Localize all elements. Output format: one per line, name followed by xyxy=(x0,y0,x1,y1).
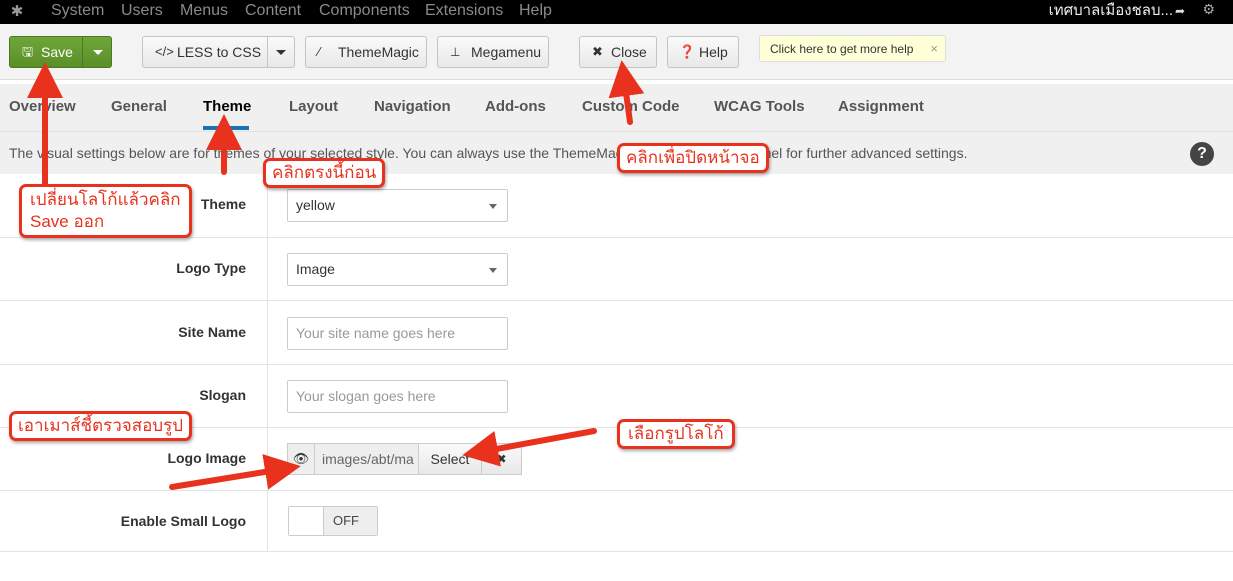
slogan-input[interactable]: Your slogan goes here xyxy=(287,380,508,413)
logo-image-picker: 👁 images/abt/ma Select ✖ xyxy=(287,443,522,475)
site-link[interactable]: เทศบาลเมืองชลบ... xyxy=(1049,0,1173,21)
theme-select[interactable]: yellow xyxy=(287,189,508,222)
tab-custom-code[interactable]: Custom Code xyxy=(582,98,680,115)
row-divider xyxy=(0,551,1233,552)
tab-theme[interactable]: Theme xyxy=(203,98,251,115)
menu-system[interactable]: System xyxy=(51,0,104,24)
less-to-css-button[interactable]: </> LESS to CSS xyxy=(142,36,295,68)
select-image-button[interactable]: Select xyxy=(418,443,482,475)
close-icon: ✖ xyxy=(592,44,603,59)
toolbar: 🖫 Save </> LESS to CSS ⁄ ThemeMagic ⊥ Me… xyxy=(0,24,1233,80)
chevron-down-icon[interactable] xyxy=(276,50,286,55)
code-icon: </> xyxy=(155,44,174,59)
row-divider xyxy=(0,490,1233,491)
menu-help[interactable]: Help xyxy=(519,0,552,24)
row-divider xyxy=(0,364,1233,365)
annotation-hover-check: เอาเมาส์ชี้ตรวจสอบรูป xyxy=(9,411,193,441)
intro-text: The visual settings below are for themes… xyxy=(9,145,968,161)
menu-users[interactable]: Users xyxy=(121,0,163,24)
small-logo-toggle[interactable]: OFF xyxy=(288,506,378,536)
chevron-down-icon xyxy=(489,268,497,273)
settings-tabs: Overview General Theme Layout Navigation… xyxy=(0,84,1233,132)
question-circle-icon[interactable]: ? xyxy=(1190,142,1214,166)
site-name-label: Site Name xyxy=(178,324,246,340)
form-divider xyxy=(267,174,268,552)
logo-type-label: Logo Type xyxy=(176,260,246,276)
magic-wand-icon: ⁄ xyxy=(318,44,321,59)
menu-components[interactable]: Components xyxy=(319,0,410,24)
logo-image-path: images/abt/ma xyxy=(314,443,419,475)
joomla-icon[interactable]: ✱ xyxy=(8,3,26,21)
menu-extensions[interactable]: Extensions xyxy=(425,0,503,24)
annotation-click-first: คลิกตรงนี้ก่อน xyxy=(263,158,386,188)
slogan-label: Slogan xyxy=(199,387,246,403)
chevron-down-icon xyxy=(489,204,497,209)
menu-content[interactable]: Content xyxy=(245,0,301,24)
thememagic-button[interactable]: ⁄ ThemeMagic xyxy=(305,36,427,68)
tab-general[interactable]: General xyxy=(111,98,167,115)
save-button[interactable]: 🖫 Save xyxy=(9,36,112,68)
tab-assignment[interactable]: Assignment xyxy=(838,98,924,115)
annotation-choose-logo: เลือกรูปโลโก้ xyxy=(617,419,735,449)
help-popover[interactable]: Click here to get more help × xyxy=(759,35,946,62)
help-button[interactable]: ❓ Help xyxy=(667,36,739,68)
chevron-down-icon[interactable] xyxy=(93,50,103,55)
tab-add-ons[interactable]: Add-ons xyxy=(485,98,546,115)
tab-navigation[interactable]: Navigation xyxy=(374,98,451,115)
logo-image-label: Logo Image xyxy=(167,450,246,466)
sitemap-icon: ⊥ xyxy=(450,45,461,59)
toggle-state: OFF xyxy=(324,507,377,535)
annotation-click-close: คลิกเพื่อปิดหน้าจอ xyxy=(617,143,769,173)
theme-label: Theme xyxy=(200,196,246,212)
question-circle-icon: ❓ xyxy=(679,44,696,59)
tab-wcag-tools[interactable]: WCAG Tools xyxy=(714,98,805,115)
tab-layout[interactable]: Layout xyxy=(289,98,338,115)
tab-overview[interactable]: Overview xyxy=(9,98,76,115)
site-name-input[interactable]: Your site name goes here xyxy=(287,317,508,350)
menu-menus[interactable]: Menus xyxy=(180,0,228,24)
active-tab-indicator xyxy=(203,126,249,130)
clear-image-button[interactable]: ✖ xyxy=(481,443,522,475)
save-icon: 🖫 xyxy=(22,44,34,59)
megamenu-button[interactable]: ⊥ Megamenu xyxy=(437,36,549,68)
close-icon[interactable]: × xyxy=(930,41,938,56)
eye-icon[interactable]: 👁 xyxy=(287,443,315,475)
external-link-icon: ➦ xyxy=(1174,4,1185,18)
logo-type-select[interactable]: Image xyxy=(287,253,508,286)
gear-icon[interactable]: ⚙ xyxy=(1202,1,1215,18)
small-logo-label: Enable Small Logo xyxy=(120,513,246,529)
row-divider xyxy=(0,300,1233,301)
top-menubar: ✱ System Users Menus Content Components … xyxy=(0,0,1233,24)
annotation-change-logo: เปลี่ยนโลโก้แล้วคลิก Save ออก xyxy=(19,184,192,238)
close-button[interactable]: ✖ Close xyxy=(579,36,657,68)
